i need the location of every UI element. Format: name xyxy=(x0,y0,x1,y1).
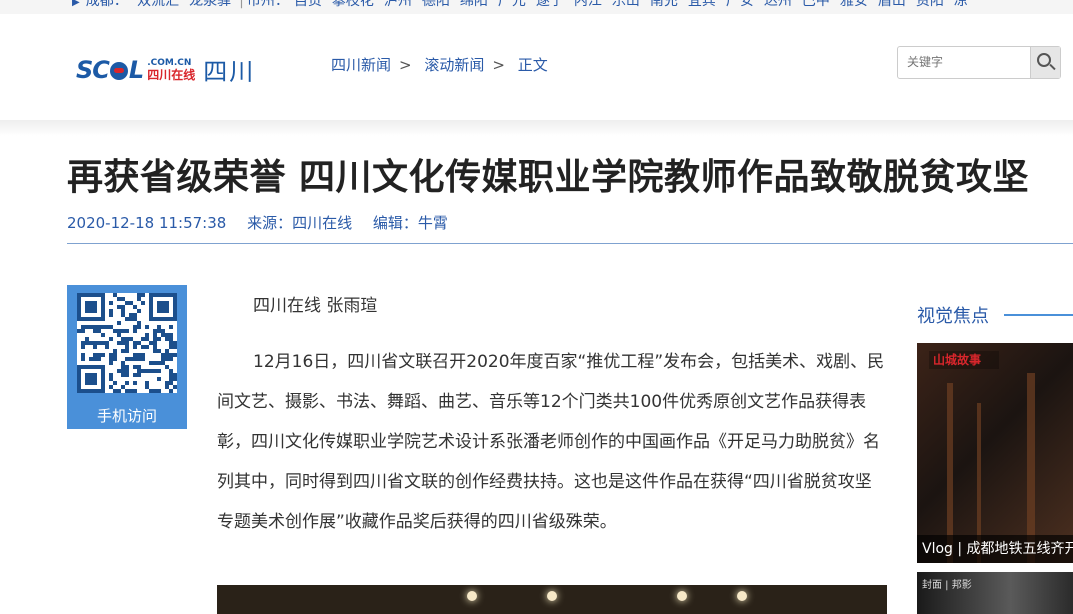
city-nav-list: ▶ 成都： 双流汇 龙泉驿 | 市州： 自贡 攀枝花 泸州 德阳 绵阳 广元 遂宁 内江 乐山 南充 宜宾 广安… xyxy=(72,0,973,10)
city-link[interactable]: 广安 xyxy=(726,0,754,9)
city-link[interactable]: 资阳 xyxy=(916,0,944,9)
mobile-visit-label: 手机访问 xyxy=(96,407,157,425)
city-link[interactable]: 乐山 xyxy=(612,0,640,9)
article-body: 四川在线 张雨瑄 12月16日，四川省文联召开2020年度百家“推优工程”发布会… xyxy=(217,290,887,542)
article-source[interactable]: 来源：四川在线 xyxy=(247,214,352,232)
city-link[interactable]: 龙泉驿 xyxy=(189,0,231,9)
article-title: 再获省级荣誉 四川文化传媒职业学院教师作品致敬脱贫攻坚 xyxy=(67,157,1030,198)
city-link[interactable]: 南充 xyxy=(650,0,678,9)
logo-sub: .COM.CN 四川在线 xyxy=(147,57,196,82)
search-input[interactable] xyxy=(907,55,1025,69)
nav-separator: | xyxy=(239,0,244,9)
sidebar-feature-image[interactable]: 山城故事 xyxy=(917,343,1073,563)
sidebar-second-image[interactable]: 封面 | 邦影 xyxy=(917,572,1073,614)
city-link[interactable]: 遂宁 xyxy=(536,0,564,9)
article-editor: 编辑：牛霄 xyxy=(372,214,448,232)
breadcrumb-item-sichuan-news[interactable]: 四川新闻 xyxy=(331,56,391,74)
mobile-qr-panel[interactable]: 手机访问 xyxy=(67,285,187,429)
site-header: SC L .COM.CN 四川在线 四川 四川新闻 > 滚动新闻 > 正文 xyxy=(0,14,1073,125)
breadcrumb-separator: > xyxy=(399,56,412,74)
site-logo[interactable]: SC L .COM.CN 四川在线 四川 xyxy=(76,52,255,87)
article-meta: 2020-12-18 11:57:38 来源：四川在线 编辑：牛霄 xyxy=(67,212,464,233)
city-link[interactable]: 德阳 xyxy=(422,0,450,9)
city-link[interactable]: 眉山 xyxy=(878,0,906,9)
city-link[interactable]: 巴中 xyxy=(802,0,830,9)
sidebar-feature-badge: 山城故事 xyxy=(929,351,999,369)
breadcrumb: 四川新闻 > 滚动新闻 > 正文 xyxy=(331,54,556,75)
breadcrumb-item-current[interactable]: 正文 xyxy=(518,56,548,74)
city-link[interactable]: 双流汇 xyxy=(137,0,179,9)
city-link[interactable]: 达州 xyxy=(764,0,792,9)
city-link[interactable]: 自贡 xyxy=(294,0,322,9)
city-link[interactable]: 内江 xyxy=(574,0,602,9)
city-nav-bar: ▶ 成都： 双流汇 龙泉驿 | 市州： 自贡 攀枝花 泸州 德阳 绵阳 广元 遂宁 内江 乐山 南充 宜宾 广安… xyxy=(0,0,1073,14)
logo-domain: .COM.CN xyxy=(147,57,192,68)
sidebar-feature-caption[interactable]: Vlog | 成都地铁五线齐开 xyxy=(917,535,1073,563)
sidebar-second-tag: 封面 | 邦影 xyxy=(922,580,972,591)
search-button[interactable] xyxy=(1030,47,1060,78)
search-box xyxy=(897,46,1061,79)
logo-cn-name: 四川在线 xyxy=(147,67,196,82)
article-datetime: 2020-12-18 11:57:38 xyxy=(67,214,227,232)
sidebar-title-rule xyxy=(1004,314,1073,316)
city-link[interactable]: 宜宾 xyxy=(688,0,716,9)
article-photo xyxy=(217,585,887,614)
article-paragraph: 12月16日，四川省文联召开2020年度百家“推优工程”发布会，包括美术、戏剧、… xyxy=(217,352,885,532)
breadcrumb-item-rolling-news[interactable]: 滚动新闻 xyxy=(424,56,484,74)
breadcrumb-separator: > xyxy=(492,56,505,74)
city-link[interactable]: 攀枝花 xyxy=(332,0,374,9)
city-link[interactable]: 凉 xyxy=(954,0,968,9)
article-byline: 四川在线 张雨瑄 xyxy=(253,296,378,316)
logo-province: 四川 xyxy=(203,58,256,86)
sidebar-title: 视觉焦点 xyxy=(917,306,989,327)
region-label: 成都： xyxy=(85,0,128,9)
city-link[interactable]: 泸州 xyxy=(384,0,412,9)
divider xyxy=(67,243,1073,244)
triangle-right-icon: ▶ xyxy=(72,0,80,8)
logo-wordmark: SC L xyxy=(76,55,144,84)
city-link[interactable]: 雅安 xyxy=(840,0,868,9)
qr-code-icon xyxy=(77,293,177,393)
city-link[interactable]: 广元 xyxy=(498,0,526,9)
logo-globe-icon xyxy=(109,61,128,80)
city-link[interactable]: 绵阳 xyxy=(460,0,488,9)
prefecture-label: 市州： xyxy=(246,0,289,9)
